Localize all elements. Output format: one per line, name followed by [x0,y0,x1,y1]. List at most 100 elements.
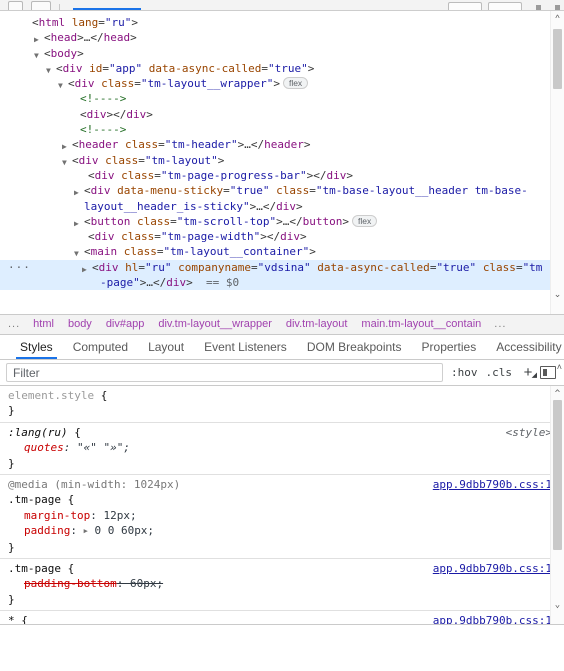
dom-node-markup: <div class="tm-layout"> [72,153,225,167]
scroll-down-icon[interactable]: ⌄ [551,289,564,300]
breadcrumb-item[interactable]: div.tm-layout [279,315,355,334]
breadcrumb-item[interactable]: div#app [99,315,152,334]
dom-tree-row-selected-continued[interactable]: -page">…</div> == $0 [0,275,564,291]
styles-filter-input[interactable] [6,363,443,382]
dom-node-markup: <div id="app" data-async-called="true"> [56,61,315,75]
style-rule[interactable]: app.9dbb790b.css:1 @media (min-width: 102… [0,475,564,560]
breadcrumb-overflow-left[interactable]: ... [2,315,26,334]
toolbar-divider [59,4,60,10]
style-rule-origin-link[interactable]: <style> [506,425,552,440]
dom-node-markup: <div hl="ru" companyname="vdsina" data-a… [92,260,543,274]
style-rule[interactable]: element.style {} [0,386,564,423]
dom-tree-row[interactable]: <div class="tm-layout"> [0,153,564,168]
dom-tree-row[interactable]: <button class="tm-scroll-top">…</button>… [0,214,564,229]
dom-tree-row[interactable]: <div data-menu-sticky="true" class="tm-b… [0,183,564,214]
styles-pane-bottom-strip [0,624,564,639]
dom-node-markup-continued: -page">…</div> == $0 [100,276,240,290]
tab-label: Properties [421,340,477,354]
toolbar-panel-tab-a[interactable] [448,2,482,10]
dom-node-markup: <div class="tm-page-progress-bar"></div> [88,168,353,182]
tab-accessibility[interactable]: Accessibility [486,335,564,359]
style-rule-close-brace: } [8,592,15,606]
dom-tree-row[interactable]: <main class="tm-layout__container"> [0,244,564,259]
dom-node-markup: <!----> [80,92,127,106]
style-rule-origin-link[interactable]: app.9dbb790b.css:1 [433,561,552,576]
dom-tree-row[interactable]: <html lang="ru"> [0,15,564,30]
dom-tree-row[interactable]: <div class="tm-layout__wrapper">flex [0,76,564,91]
tab-label: Styles [20,340,53,354]
dom-tree[interactable]: <html lang="ru"><head>…</head><body><div… [0,11,564,291]
styles-scrollbar-thumb[interactable] [553,400,562,550]
dom-node-markup: <div class="tm-layout__wrapper"> flex [68,77,309,90]
dom-tree-row[interactable]: <!----> [0,91,564,106]
device-toolbar-icon[interactable] [31,1,51,10]
style-rule-close-brace: } [8,540,15,554]
dom-node-markup: <div class="tm-page-width"></div> [88,230,307,244]
element-classes-button[interactable]: .cls [482,366,517,379]
sidebar-tabs[interactable]: Styles Computed Layout Event Listeners DOM B… [0,335,564,360]
styles-rules-list: element.style {} <style>:lang(ru) {quotes… [0,386,564,639]
toolbar-left-group [0,0,60,10]
chevron-right-icon[interactable] [74,185,79,200]
tab-label: Computed [72,340,129,354]
style-rule-selector[interactable]: element.style { [8,388,554,403]
style-rule[interactable]: <style>:lang(ru) {quotes: "«" "»";} [0,423,564,476]
dom-node-markup: <main class="tm-layout__container"> [84,245,316,259]
node-more-options-icon[interactable]: ··· [8,260,31,275]
style-declaration[interactable]: quotes: "«" "»"; [8,440,554,455]
breadcrumb[interactable]: ... html body div#app div.tm-layout__wrapper… [0,315,564,335]
chevron-down-icon[interactable]: ◢ [532,370,537,382]
tab-layout[interactable]: Layout [138,335,194,359]
tab-styles[interactable]: Styles [10,335,63,359]
dom-node-markup: <header class="tm-header">…</header> [72,138,311,152]
style-rule-close-brace: } [8,456,15,470]
style-rule-selector[interactable]: :lang(ru) { [8,425,554,440]
computed-sidebar-toggle-icon[interactable] [540,366,556,379]
dom-tree-row[interactable]: <!----> [0,122,564,137]
styles-pane[interactable]: element.style {} <style>:lang(ru) {quotes… [0,386,564,639]
style-rule-origin-link[interactable]: app.9dbb790b.css:1 [433,477,552,492]
style-declaration[interactable]: padding: ▶ 0 0 60px; [8,523,554,539]
new-style-rule-button[interactable]: + ◢ [516,365,538,382]
dom-tree-row[interactable]: <div id="app" data-async-called="true"> [0,61,564,76]
breadcrumb-item[interactable]: body [61,315,99,334]
dom-tree-row[interactable]: <div class="tm-page-width"></div> [0,229,564,244]
breadcrumb-item[interactable]: html [26,315,61,334]
style-rule[interactable]: app.9dbb790b.css:1 .tm-page {padding-bott… [0,559,564,612]
tab-label: DOM Breakpoints [306,340,402,354]
tab-computed[interactable]: Computed [63,335,138,359]
dom-node-markup: <div></div> [80,107,153,121]
dom-tree-row[interactable]: <header class="tm-header">…</header> [0,137,564,152]
toolbar-right-group [442,0,560,10]
dom-tree-scrollbar[interactable]: ^ ⌄ [550,11,564,314]
dom-tree-row[interactable]: <body> [0,46,564,61]
tab-dom-breakpoints[interactable]: DOM Breakpoints [297,335,412,359]
style-rule-selector[interactable]: .tm-page { [8,492,554,507]
styles-scrollbar[interactable]: ^ ⌄ [550,386,564,639]
dom-tree-row[interactable]: <div class="tm-page-progress-bar"></div> [0,168,564,183]
scroll-up-icon[interactable]: ^ [551,13,564,23]
elements-tab-indicator[interactable] [73,8,141,10]
toolbar-panel-tab-b[interactable] [488,2,522,10]
dom-tree-row[interactable]: <head>…</head> [0,30,564,45]
styles-filter-toolbar[interactable]: :hov .cls + ◢ ˄ [0,360,564,386]
style-declaration[interactable]: padding-bottom: 60px; [8,576,554,591]
inspect-element-icon[interactable] [8,1,23,10]
dom-tree-panel[interactable]: <html lang="ru"><head>…</head><body><div… [0,11,564,315]
tab-label: Event Listeners [204,340,287,354]
more-options-icon[interactable] [555,5,560,10]
dom-tree-row[interactable]: <div></div> [0,107,564,122]
toggle-element-state-button[interactable]: :hov [447,366,482,379]
settings-gear-icon[interactable] [536,5,541,10]
tab-properties[interactable]: Properties [412,335,487,359]
styles-scroll-down-arrow-icon[interactable]: ⌄ [551,598,564,613]
styles-scroll-up-icon[interactable]: ˄ [557,362,562,372]
dom-node-markup: <body> [44,46,84,60]
tab-event-listeners[interactable]: Event Listeners [194,335,297,359]
breadcrumb-overflow-right[interactable]: ... [488,315,512,334]
style-declaration[interactable]: margin-top: 12px; [8,508,554,523]
breadcrumb-item[interactable]: main.tm-layout__contain [354,315,488,334]
dom-scrollbar-thumb[interactable] [553,29,562,89]
breadcrumb-item[interactable]: div.tm-layout__wrapper [151,315,279,334]
dom-tree-row-selected[interactable]: ··· <div hl="ru" companyname="vdsina" dat… [0,259,564,276]
